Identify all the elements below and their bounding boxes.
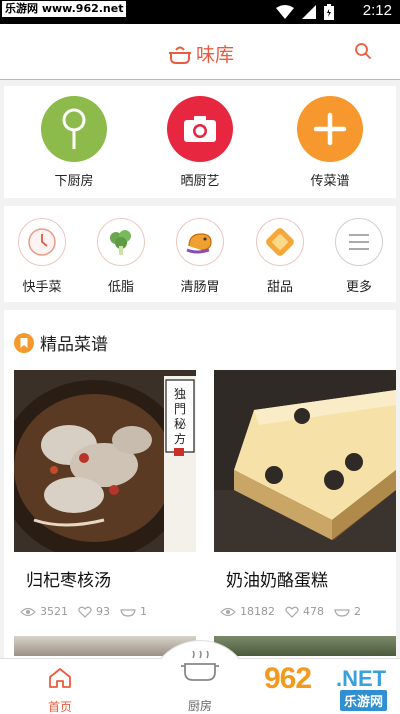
bowl-icon xyxy=(120,608,136,617)
views-count: 18182 xyxy=(240,605,275,618)
tab-kitchen-content: 厨房 xyxy=(148,650,252,714)
quick-link-label: 甜品 xyxy=(266,280,293,295)
comments-count: 1 xyxy=(140,605,147,618)
pot-logo-icon xyxy=(169,46,191,64)
heart-icon xyxy=(285,606,299,618)
category-label: 下厨房 xyxy=(54,174,94,189)
search-button[interactable] xyxy=(354,42,372,64)
section-header: 精品菜谱 xyxy=(14,330,108,355)
app-title: 味库 xyxy=(196,44,235,66)
site-watermark: 962 .NET 乐游网 xyxy=(262,660,400,714)
section-title: 精品菜谱 xyxy=(40,335,108,355)
spoon-icon xyxy=(41,96,107,162)
shrimp-icon xyxy=(176,218,224,266)
svg-text:秘: 秘 xyxy=(174,417,186,431)
clock-icon xyxy=(18,218,66,266)
plus-icon xyxy=(297,96,363,162)
tab-label: 首页 xyxy=(47,700,72,714)
likes-count: 478 xyxy=(303,605,324,618)
quick-link-label: 更多 xyxy=(345,280,372,295)
recipe-stats: 3521 93 1 xyxy=(20,605,196,618)
quick-link-dessert[interactable]: 甜品 xyxy=(250,218,310,295)
category-card: 下厨房 晒厨艺 传菜谱 xyxy=(4,86,396,198)
quick-link-fast[interactable]: 快手菜 xyxy=(12,218,72,295)
quick-link-stomach[interactable]: 清肠胃 xyxy=(170,218,230,295)
recipe-name: 奶油奶酪蛋糕 xyxy=(226,571,328,591)
status-bar: 乐游网 www.962.net 2:12 xyxy=(0,0,400,24)
quick-link-label: 清肠胃 xyxy=(180,280,220,295)
comments-count: 2 xyxy=(354,605,361,618)
views-count: 3521 xyxy=(40,605,68,618)
battery-icon xyxy=(324,4,334,20)
tab-home[interactable]: 首页 xyxy=(30,667,90,714)
watermark-number: 962 xyxy=(264,662,312,695)
clock: 2:12 xyxy=(362,2,392,19)
bowl-icon xyxy=(334,608,350,617)
recipe-stats: 18182 478 2 xyxy=(220,605,396,618)
recipe-photo[interactable] xyxy=(214,370,396,552)
svg-text:門: 門 xyxy=(174,402,186,416)
app-brand: 味库 xyxy=(168,40,234,67)
app-header: 味库 xyxy=(0,24,400,80)
category-label: 晒厨艺 xyxy=(180,174,220,189)
quick-link-label: 低脂 xyxy=(107,280,134,295)
recipe-card[interactable]: 奶油奶酪蛋糕 18182 478 2 xyxy=(214,370,396,618)
recipe-card[interactable]: 独 門 秘 方 归杞枣核汤 3521 93 1 xyxy=(14,370,196,618)
system-icons xyxy=(276,4,334,20)
watermark-sub: 乐游网 xyxy=(340,690,388,711)
recipe-name: 归杞枣核汤 xyxy=(26,571,111,591)
category-cook[interactable]: 下厨房 xyxy=(34,96,114,189)
recipe-photo[interactable]: 独 門 秘 方 xyxy=(14,370,196,552)
quick-link-more[interactable]: 更多 xyxy=(329,218,389,295)
eye-icon xyxy=(220,607,236,616)
broccoli-icon xyxy=(97,218,145,266)
category-upload[interactable]: 传菜谱 xyxy=(290,96,370,189)
category-show[interactable]: 晒厨艺 xyxy=(160,96,240,189)
svg-text:方: 方 xyxy=(174,431,186,446)
likes-count: 93 xyxy=(96,605,110,618)
wifi-icon xyxy=(276,5,294,19)
quick-links-card: 快手菜 低脂 清肠胃 甜品 更多 xyxy=(4,206,396,302)
quick-link-label: 快手菜 xyxy=(22,280,62,295)
menu-icon xyxy=(335,218,383,266)
pudding-icon xyxy=(256,218,304,266)
watermark-net: .NET xyxy=(336,666,387,691)
home-icon xyxy=(49,668,71,688)
quick-link-lowfat[interactable]: 低脂 xyxy=(91,218,151,295)
bookmark-icon xyxy=(14,332,34,353)
heart-icon xyxy=(78,606,92,618)
camera-icon xyxy=(167,96,233,162)
signal-icon xyxy=(302,5,316,19)
watermark-label: 乐游网 www.962.net xyxy=(2,1,127,17)
svg-text:独: 独 xyxy=(174,387,186,401)
eye-icon xyxy=(20,607,36,616)
pot-icon xyxy=(181,650,219,681)
tab-label: 厨房 xyxy=(187,699,212,713)
category-label: 传菜谱 xyxy=(310,174,350,189)
tab-kitchen[interactable]: 厨房 xyxy=(146,640,254,714)
search-icon xyxy=(355,43,371,59)
